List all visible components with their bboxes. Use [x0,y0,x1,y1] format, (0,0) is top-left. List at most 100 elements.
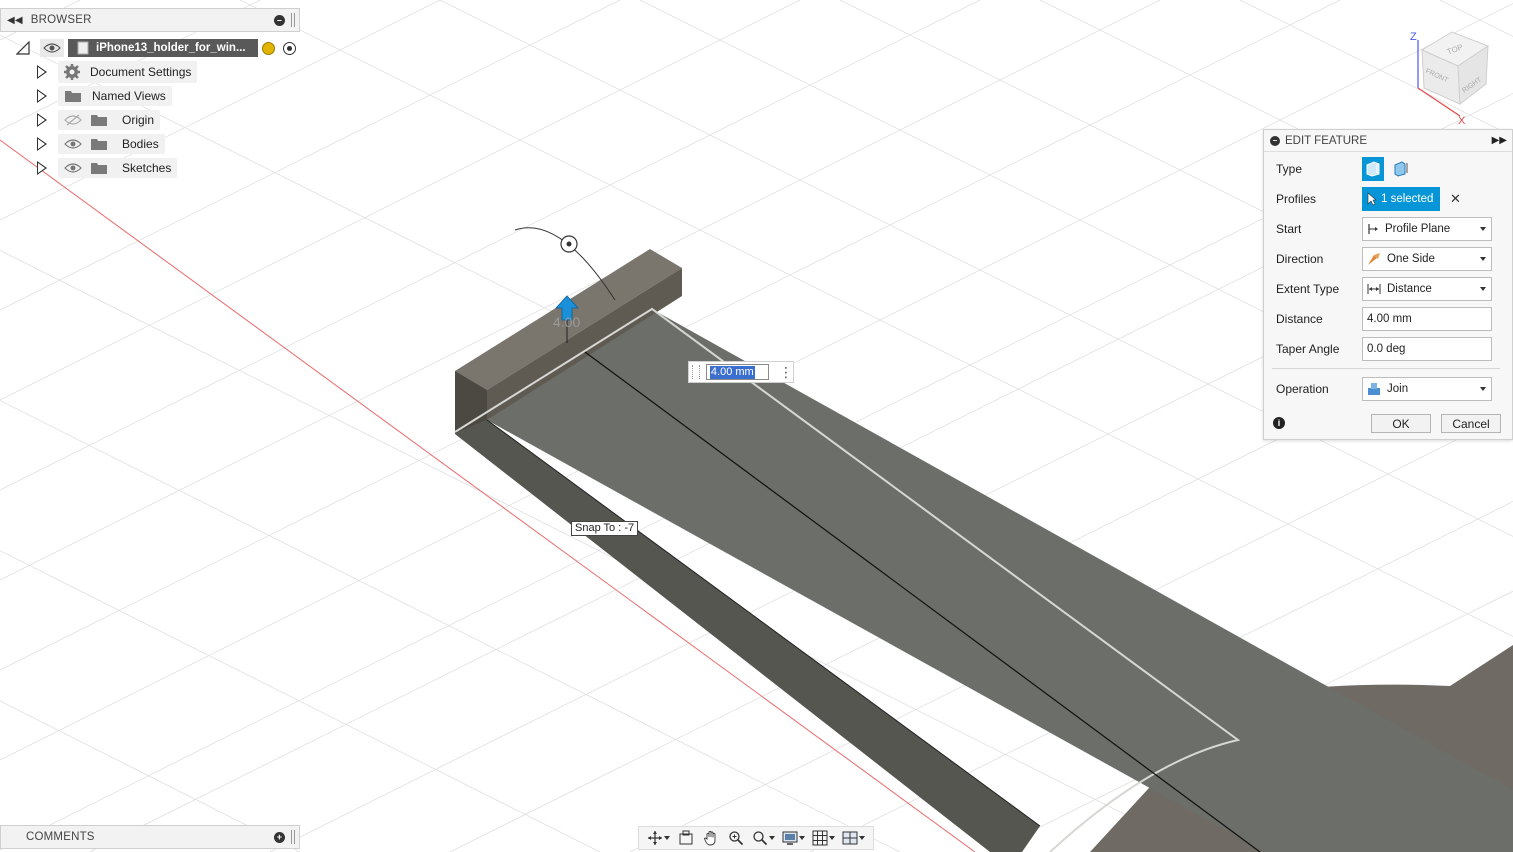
view-cube[interactable]: TOP FRONT RIGHT Z X [1410,31,1490,127]
widget-drag-handle[interactable] [692,365,700,379]
orbit-tool[interactable] [647,830,670,846]
join-icon [1368,383,1380,395]
canvas-distance-input[interactable]: 4.00 mm [705,364,769,380]
ok-button[interactable]: OK [1371,414,1431,433]
cancel-button[interactable]: Cancel [1441,414,1501,433]
extent-type-row: Extent Type Distance [1276,276,1492,302]
pan-hand-icon [703,831,716,846]
root-visibility-icon[interactable] [40,39,64,57]
browser-minimize-button[interactable]: – [274,14,285,26]
tree-item-label: Bodies [122,137,159,151]
chevron-down-icon [1480,387,1486,391]
chevron-down-icon [769,836,776,840]
grid-settings-tool[interactable] [812,830,836,846]
zoom-tool[interactable] [727,829,745,847]
tree-root-row[interactable]: iPhone13_holder_for_win... [16,37,296,59]
profiles-row: Profiles 1 selected ✕ [1276,186,1461,212]
edit-feature-dialog: – EDIT FEATURE ▶▶ Type Profiles 1 select… [1263,129,1513,440]
chevron-down-icon [799,836,806,840]
tree-item-label: Named Views [92,89,166,103]
expand-icon[interactable] [36,89,48,103]
expand-root-icon[interactable] [16,41,30,55]
profile-plane-icon [1368,224,1378,234]
dialog-divider [1272,368,1500,369]
grid-icon [812,830,828,846]
tree-item-bodies[interactable]: Bodies [36,133,165,155]
panel-grip-handle[interactable] [291,13,295,27]
eye-icon[interactable] [64,138,82,150]
expand-dialog-icon[interactable]: ▶▶ [1492,135,1507,146]
eye-hidden-icon[interactable] [64,114,82,126]
expand-icon[interactable] [36,113,48,127]
direction-value: One Side [1387,253,1435,265]
type-thin-button[interactable] [1390,157,1412,181]
orbit-icon [647,831,662,845]
operation-label: Operation [1276,382,1329,396]
display-settings-tool[interactable] [782,830,806,846]
viewports-icon [842,831,858,845]
comments-title: COMMENTS [26,831,95,843]
pan-tool[interactable] [702,829,720,847]
one-side-icon [1368,253,1380,265]
extent-type-dropdown[interactable]: Distance [1362,277,1492,301]
type-label: Type [1276,162,1303,176]
distance-label: Distance [1276,312,1323,326]
folder-icon [91,115,107,126]
panel-grip-handle[interactable] [291,830,295,844]
distance-icon [1367,284,1381,294]
extrude-solid-icon [1366,161,1380,177]
profiles-label: Profiles [1276,192,1317,206]
activate-icon[interactable] [262,41,275,55]
dialog-title: EDIT FEATURE [1285,134,1367,147]
folder-icon [65,91,81,102]
taper-angle-row: Taper Angle 0.0 deg [1276,336,1492,362]
widget-menu-icon[interactable]: ⋮ [779,365,793,379]
rotate-handle[interactable] [560,235,578,253]
zoom-window-tool[interactable] [752,830,776,846]
chevron-down-icon [663,836,670,840]
comments-panel-header: COMMENTS + [0,825,300,849]
canvas-distance-value: 4.00 mm [709,365,755,379]
start-label: Start [1276,222,1302,236]
expand-icon[interactable] [36,65,48,79]
navigation-toolbar [638,826,874,850]
collapse-panel-icon[interactable]: ◀◀ [7,15,23,26]
extrude-thin-icon [1394,161,1408,177]
canvas-distance-widget[interactable]: 4.00 mm ⋮ [688,361,794,383]
expand-icon[interactable] [36,137,48,151]
direction-label: Direction [1276,252,1324,266]
info-icon[interactable]: i [1273,417,1285,429]
operation-dropdown[interactable]: Join [1362,377,1492,401]
eye-icon[interactable] [64,162,82,174]
start-dropdown[interactable]: Profile Plane [1362,217,1492,241]
tree-item-origin[interactable]: Origin [36,109,161,131]
chevron-down-icon [859,836,866,840]
expand-icon[interactable] [36,161,48,175]
folder-icon [91,139,107,150]
clear-selection-icon[interactable]: ✕ [1450,191,1461,207]
look-at-tool[interactable] [677,829,695,847]
tree-item-document-settings[interactable]: Document Settings [36,61,198,83]
edit-feature-header: – EDIT FEATURE ▶▶ [1264,130,1512,152]
tree-item-sketches[interactable]: Sketches [36,157,178,179]
folder-icon [91,163,107,174]
add-comment-button[interactable]: + [274,831,285,843]
tree-item-named-views[interactable]: Named Views [36,85,172,107]
document-name: iPhone13_holder_for_win... [96,42,246,54]
taper-angle-value: 0.0 deg [1367,343,1406,355]
distance-input[interactable]: 4.00 mm [1362,307,1492,331]
taper-angle-input[interactable]: 0.0 deg [1362,337,1492,361]
dialog-minimize-button[interactable]: – [1270,135,1280,146]
chevron-down-icon [829,836,836,840]
distance-value: 4.00 mm [1367,313,1412,325]
direction-dropdown[interactable]: One Side [1362,247,1492,271]
profiles-value: 1 selected [1381,193,1434,205]
operation-row: Operation Join [1276,376,1492,402]
axis-z-label: Z [1410,31,1417,43]
viewports-tool[interactable] [842,830,866,846]
document-root-node[interactable]: iPhone13_holder_for_win... [68,39,258,57]
start-row: Start Profile Plane [1276,216,1492,242]
radio-activate-icon[interactable] [283,41,296,55]
profiles-selection-button[interactable]: 1 selected [1362,187,1440,211]
type-solid-button[interactable] [1362,157,1384,181]
